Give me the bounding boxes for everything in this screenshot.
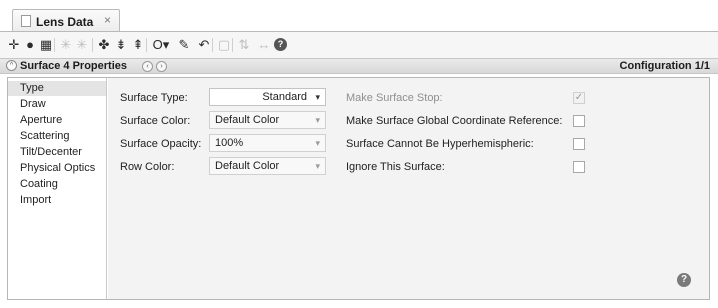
surface-opacity-value: 100% xyxy=(215,137,244,149)
properties-header: ^ Surface 4 Properties ‹ › Configuration… xyxy=(0,58,718,74)
sidebar-item-scattering[interactable]: Scattering xyxy=(8,129,106,144)
arrow-lr-icon[interactable]: ↔ xyxy=(256,36,272,54)
pencil-icon[interactable]: ✎ xyxy=(176,36,192,54)
grid-icon[interactable]: ▦ xyxy=(38,36,54,54)
surface-type-label: Surface Type: xyxy=(120,92,188,104)
lens-icon-2[interactable]: ⇟ xyxy=(113,36,129,54)
ignore-surface-label: Ignore This Surface: xyxy=(346,161,445,173)
collapse-icon[interactable]: ^ xyxy=(6,60,17,71)
blank-icon[interactable]: ▢ xyxy=(216,36,232,54)
tab-lens-data[interactable]: Lens Data × xyxy=(12,9,120,32)
type-settings: Surface Type: Standard ▾ Surface Color: … xyxy=(108,78,709,299)
properties-title: Surface 4 Properties xyxy=(20,60,127,72)
chevron-down-icon: ▾ xyxy=(315,161,320,171)
chevron-down-icon: ▾ xyxy=(315,92,320,102)
toolbar: ✛ ● ▦ ✳ ✳ ✤ ⇟ ⇞ O▾ ✎ ↶ ▢ ⇅ ↔? xyxy=(0,32,718,58)
make-stop-label: Make Surface Stop: xyxy=(346,92,443,104)
surface-opacity-select[interactable]: 100% ▾ xyxy=(209,134,326,152)
sidebar-item-coating[interactable]: Coating xyxy=(8,177,106,192)
row-color-label: Row Color: xyxy=(120,161,175,173)
swap-icon[interactable]: ⇅ xyxy=(236,36,252,54)
next-surface-icon[interactable]: › xyxy=(156,61,167,72)
ignore-surface-checkbox[interactable] xyxy=(573,161,585,173)
help-circle-icon[interactable]: ? xyxy=(274,38,287,51)
tab-title: Lens Data xyxy=(36,15,94,29)
row-color-select[interactable]: Default Color ▾ xyxy=(209,157,326,175)
tab-strip: Lens Data × xyxy=(0,0,718,32)
ray-icon-1[interactable]: ✳ xyxy=(58,36,74,54)
help-icon[interactable]: ? xyxy=(677,273,691,287)
previous-surface-icon[interactable]: ‹ xyxy=(142,61,153,72)
ray-icon-2[interactable]: ✳ xyxy=(74,36,90,54)
surface-color-value: Default Color xyxy=(215,114,280,126)
hyperhemispheric-label: Surface Cannot Be Hyperhemispheric: xyxy=(346,138,534,150)
toolbar-separator xyxy=(54,38,55,52)
surface-type-select[interactable]: Standard ▾ xyxy=(209,88,326,106)
chevron-down-icon: ▾ xyxy=(315,138,320,148)
undo-arrow-icon[interactable]: ↶ xyxy=(196,36,212,54)
toolbar-separator xyxy=(92,38,93,52)
row-color-value: Default Color xyxy=(215,160,280,172)
toolbar-separator xyxy=(212,38,213,52)
sidebar-item-aperture[interactable]: Aperture xyxy=(8,113,106,128)
sidebar-item-import[interactable]: Import xyxy=(8,193,106,208)
hyperhemispheric-checkbox[interactable] xyxy=(573,138,585,150)
toolbar-separator xyxy=(146,38,147,52)
document-icon xyxy=(21,15,31,27)
sidebar-item-tilt-decenter[interactable]: Tilt/Decenter xyxy=(8,145,106,160)
lens-icon-3[interactable]: ⇞ xyxy=(130,36,146,54)
circle-dropdown-icon[interactable]: O▾ xyxy=(150,36,172,54)
global-reference-label: Make Surface Global Coordinate Reference… xyxy=(346,115,563,127)
surface-opacity-label: Surface Opacity: xyxy=(120,138,202,150)
configuration-label: Configuration 1/1 xyxy=(619,60,710,72)
surface-color-select[interactable]: Default Color ▾ xyxy=(209,111,326,129)
surface-type-value: Standard xyxy=(262,91,307,103)
toolbar-separator xyxy=(232,38,233,52)
globe-icon[interactable]: ● xyxy=(22,36,38,54)
close-icon[interactable]: × xyxy=(104,13,111,27)
sidebar-item-type[interactable]: Type xyxy=(8,81,106,96)
lens-icon-1[interactable]: ✤ xyxy=(96,36,112,54)
global-reference-checkbox[interactable] xyxy=(573,115,585,127)
properties-panel: Type Draw Aperture Scattering Tilt/Decenter P… xyxy=(7,77,710,300)
make-stop-checkbox[interactable]: ✓ xyxy=(573,92,585,104)
sidebar-item-physical-optics[interactable]: Physical Optics xyxy=(8,161,106,176)
category-sidebar: Type Draw Aperture Scattering Tilt/Decenter P… xyxy=(8,78,107,299)
add-surface-icon[interactable]: ✛ xyxy=(6,36,22,54)
surface-color-label: Surface Color: xyxy=(120,115,191,127)
sidebar-item-draw[interactable]: Draw xyxy=(8,97,106,112)
chevron-down-icon: ▾ xyxy=(315,115,320,125)
